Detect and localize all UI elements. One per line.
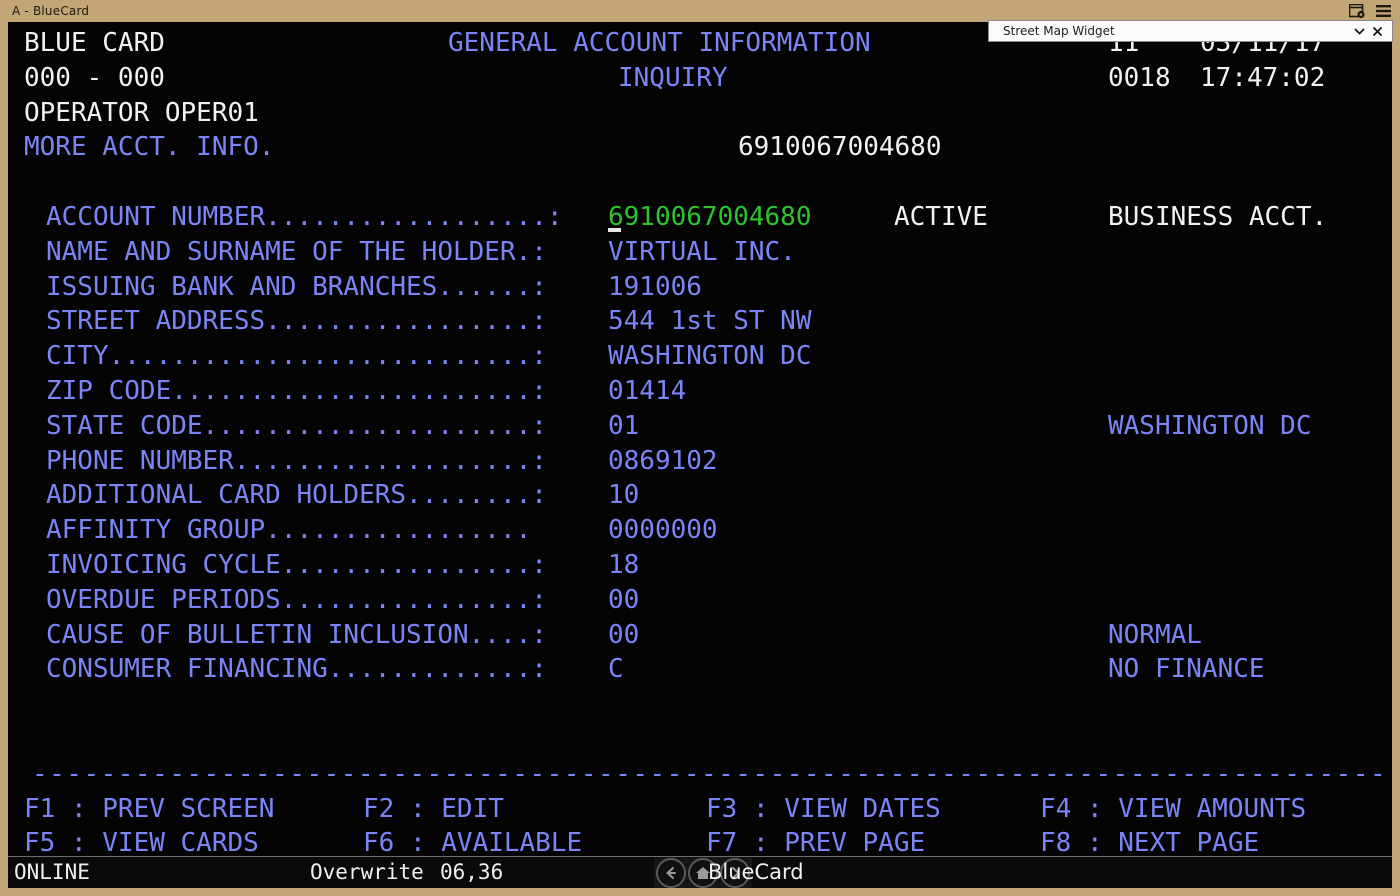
- branch-code-label: 000 - 000: [24, 62, 165, 93]
- session-id-label: 0018: [1108, 62, 1171, 93]
- screen-title-label: GENERAL ACCOUNT INFORMATION: [448, 28, 871, 58]
- field-label: STATE CODE.....................:: [46, 410, 547, 441]
- field-label: ZIP CODE.......................:: [46, 375, 547, 406]
- field-description: NO FINANCE: [1108, 654, 1265, 685]
- field-description: NORMAL: [1108, 619, 1202, 650]
- field-description: BUSINESS ACCT.: [1108, 201, 1328, 232]
- back-arrow-icon[interactable]: [656, 858, 686, 888]
- separator-row: ----------------------------------------…: [8, 757, 1392, 792]
- window-titlebar: A - BlueCard: [0, 0, 1400, 22]
- field-label: AFFINITY GROUP.................: [46, 515, 532, 546]
- window-title: A - BlueCard: [12, 4, 90, 18]
- field-label: ACCOUNT NUMBER..................:: [46, 201, 563, 232]
- account-field-row: CAUSE OF BULLETIN INCLUSION....: 00 NORMAL: [8, 618, 1392, 653]
- input-mode-label[interactable]: Overwrite: [310, 857, 424, 888]
- terminal-header-row-4: MORE ACCT. INFO. 6910067004680: [8, 130, 1392, 165]
- account-field-row: NAME AND SURNAME OF THE HOLDER.: VIRTUAL …: [8, 235, 1392, 270]
- separator-line: ----------------------------------------…: [32, 758, 1388, 789]
- field-value[interactable]: 01: [608, 409, 639, 444]
- field-description: WASHINGTON DC: [1108, 410, 1312, 441]
- field-label: ADDITIONAL CARD HOLDERS........:: [46, 480, 547, 511]
- hamburger-menu-icon[interactable]: [1372, 2, 1394, 20]
- field-label: CITY...........................:: [46, 341, 547, 372]
- close-icon[interactable]: [1368, 22, 1386, 40]
- account-field-row: AFFINITY GROUP................. 0000000: [8, 513, 1392, 548]
- field-value[interactable]: 544 1st ST NW: [608, 304, 812, 339]
- field-label: INVOICING CYCLE................:: [46, 549, 547, 580]
- account-field-row: STREET ADDRESS.................: 544 1st …: [8, 304, 1392, 339]
- field-label: PHONE NUMBER...................:: [46, 445, 547, 476]
- screen-mode-label: INQUIRY: [618, 62, 728, 93]
- chevron-down-icon[interactable]: [1350, 22, 1368, 40]
- field-value[interactable]: 01414: [608, 374, 686, 409]
- spacer-row-a: [8, 687, 1392, 722]
- spacer-row-top: [8, 165, 1392, 200]
- field-value[interactable]: C: [608, 652, 624, 687]
- account-field-list: ACCOUNT NUMBER..................: 6910067…: [8, 200, 1392, 687]
- screen-subtitle-label: MORE ACCT. INFO.: [24, 132, 275, 163]
- account-field-row: CITY...........................: WASHINGT…: [8, 339, 1392, 374]
- window-settings-icon[interactable]: [1346, 2, 1368, 20]
- function-key-item[interactable]: F4 : VIEW AMOUNTS: [1040, 792, 1306, 827]
- terminal-header-row-3: OPERATOR OPER01: [8, 96, 1392, 131]
- terminal-header-row-2: 000 - 000 INQUIRY 0018 17:47:02: [8, 61, 1392, 96]
- street-map-widget-panel[interactable]: Street Map Widget: [988, 20, 1393, 42]
- function-key-row: F1 : PREV SCREEN F2 : EDIT F3 : VIEW DATES…: [8, 792, 1392, 827]
- field-value[interactable]: 10: [608, 478, 639, 513]
- field-value[interactable]: 00: [608, 583, 639, 618]
- field-value[interactable]: 191006: [608, 270, 702, 305]
- application-window: A - BlueCard BLUE CARD GENERAL ACCOUNT I…: [0, 0, 1400, 896]
- account-field-row: INVOICING CYCLE................: 18: [8, 548, 1392, 583]
- account-field-row: ACCOUNT NUMBER..................: 6910067…: [8, 200, 1392, 235]
- cursor-position-label: 06,36: [440, 860, 504, 884]
- terminal-content: BLUE CARD GENERAL ACCOUNT INFORMATION 11…: [8, 22, 1392, 888]
- function-key-item[interactable]: F1 : PREV SCREEN: [24, 792, 274, 827]
- function-key-item[interactable]: F3 : VIEW DATES: [706, 792, 941, 827]
- account-field-row: CONSUMER FINANCING.............: C NO FINA…: [8, 652, 1392, 687]
- app-name-label: BLUE CARD: [24, 28, 165, 58]
- account-field-row: ADDITIONAL CARD HOLDERS........: 10: [8, 478, 1392, 513]
- street-map-widget-title: Street Map Widget: [1003, 24, 1115, 38]
- text-cursor: [608, 227, 621, 232]
- account-field-row: PHONE NUMBER...................: 0869102: [8, 444, 1392, 479]
- field-label: STREET ADDRESS.................:: [46, 306, 547, 337]
- function-key-item[interactable]: F2 : EDIT: [363, 792, 504, 827]
- status-badge: ACTIVE: [894, 201, 988, 232]
- account-field-row: STATE CODE.....................: 01 WASHIN…: [8, 409, 1392, 444]
- system-time-label: 17:47:02: [1200, 62, 1326, 93]
- connection-status-label: ONLINE: [14, 860, 90, 884]
- field-value[interactable]: 18: [608, 548, 639, 583]
- field-value[interactable]: WASHINGTON DC: [608, 339, 812, 374]
- field-value[interactable]: 0000000: [608, 513, 718, 548]
- field-value[interactable]: 0869102: [608, 444, 718, 479]
- operator-label: OPERATOR OPER01: [24, 97, 259, 128]
- account-number-header: 6910067004680: [738, 132, 942, 163]
- spacer-row-b: [8, 722, 1392, 757]
- field-label: CONSUMER FINANCING.............:: [46, 654, 547, 685]
- terminal-status-bar: ONLINE Overwrite 06,36 BlueCard: [8, 856, 1392, 888]
- account-field-row: ZIP CODE.......................: 01414: [8, 374, 1392, 409]
- field-value[interactable]: 6910067004680: [608, 200, 812, 235]
- account-field-row: ISSUING BANK AND BRANCHES......: 191006: [8, 270, 1392, 305]
- field-value[interactable]: 00: [608, 618, 639, 653]
- field-label: ISSUING BANK AND BRANCHES......:: [46, 271, 547, 302]
- terminal-emulator-screen[interactable]: BLUE CARD GENERAL ACCOUNT INFORMATION 11…: [8, 22, 1392, 888]
- field-label: CAUSE OF BULLETIN INCLUSION....:: [46, 619, 547, 650]
- account-field-row: OVERDUE PERIODS................: 00: [8, 583, 1392, 618]
- field-value[interactable]: VIRTUAL INC.: [608, 235, 796, 270]
- field-label: OVERDUE PERIODS................:: [46, 584, 547, 615]
- app-label: BlueCard: [708, 860, 804, 884]
- field-label: NAME AND SURNAME OF THE HOLDER.:: [46, 236, 547, 267]
